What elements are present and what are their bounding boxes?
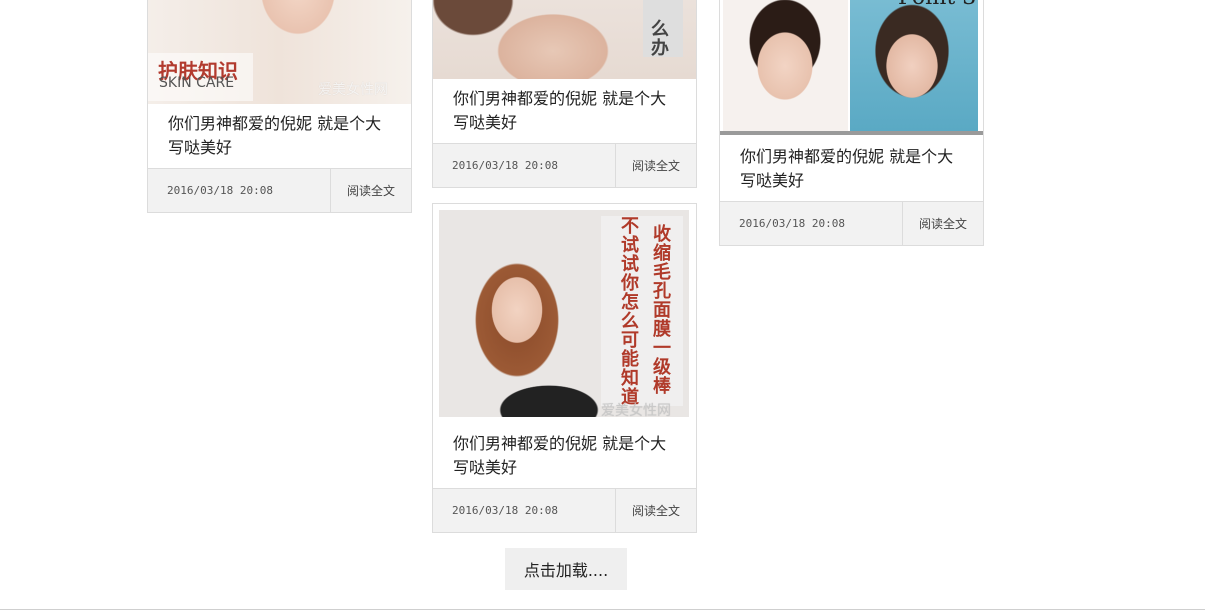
card-footer: 2016/03/18 20:08 阅读全文 [433,488,696,532]
read-more-button[interactable]: 阅读全文 [615,144,696,187]
article-title[interactable]: 你们男神都爱的倪妮 就是个大写哒美好 [148,104,411,170]
article-title[interactable]: 你们男神都爱的倪妮 就是个大写哒美好 [433,79,696,145]
thumbnail-watermark: 爱美女性网 [318,82,388,98]
article-date: 2016/03/18 20:08 [452,504,558,517]
thumbnail-bottom-shadow [720,131,983,135]
article-card[interactable]: 收缩毛孔面膜一级棒 不试试你怎么可能知道 爱美女性网 你们男神都爱的倪妮 就是个… [432,203,697,533]
thumbnail-caption-en: Point 3 [898,0,976,10]
article-card[interactable]: Point 3 你们男神都爱的倪妮 就是个大写哒美好 2016/03/18 20… [719,0,984,246]
article-thumbnail[interactable]: 收缩毛孔面膜一级棒 不试试你怎么可能知道 爱美女性网 [433,204,696,424]
read-more-button[interactable]: 阅读全文 [330,169,411,212]
thumbnail-watermark: 爱美女性网 [601,403,671,419]
thumbnail-photo-left [723,0,848,131]
article-thumbnail[interactable]: Point 3 [720,0,983,137]
card-footer: 2016/03/18 20:08 阅读全文 [148,168,411,212]
card-footer: 2016/03/18 20:08 阅读全文 [433,143,696,187]
thumbnail-caption-cn: 么办 [648,19,669,57]
card-footer: 2016/03/18 20:08 阅读全文 [720,201,983,245]
article-thumbnail[interactable]: 么办 [433,0,696,79]
article-title[interactable]: 你们男神都爱的倪妮 就是个大写哒美好 [433,424,696,490]
article-date: 2016/03/18 20:08 [167,184,273,197]
read-more-button[interactable]: 阅读全文 [615,489,696,532]
article-thumbnail[interactable]: 护肤知识 SKIN CARE 爱美女性网 [148,0,411,104]
article-card[interactable]: 护肤知识 SKIN CARE 爱美女性网 你们男神都爱的倪妮 就是个大写哒美好 … [147,0,412,213]
article-card[interactable]: 么办 你们男神都爱的倪妮 就是个大写哒美好 2016/03/18 20:08 阅… [432,0,697,188]
thumbnail-caption-col2: 不试试你怎么可能知道 [618,216,639,406]
thumbnail-caption-en: SKIN CARE [159,75,235,91]
article-title[interactable]: 你们男神都爱的倪妮 就是个大写哒美好 [720,137,983,203]
bottom-divider [0,609,1205,610]
article-date: 2016/03/18 20:08 [739,217,845,230]
article-date: 2016/03/18 20:08 [452,159,558,172]
read-more-button[interactable]: 阅读全文 [902,202,983,245]
thumbnail-photo-right [850,0,978,131]
load-more-button[interactable]: 点击加载.... [505,548,627,590]
thumbnail-caption-col1: 收缩毛孔面膜一级棒 [650,224,671,395]
